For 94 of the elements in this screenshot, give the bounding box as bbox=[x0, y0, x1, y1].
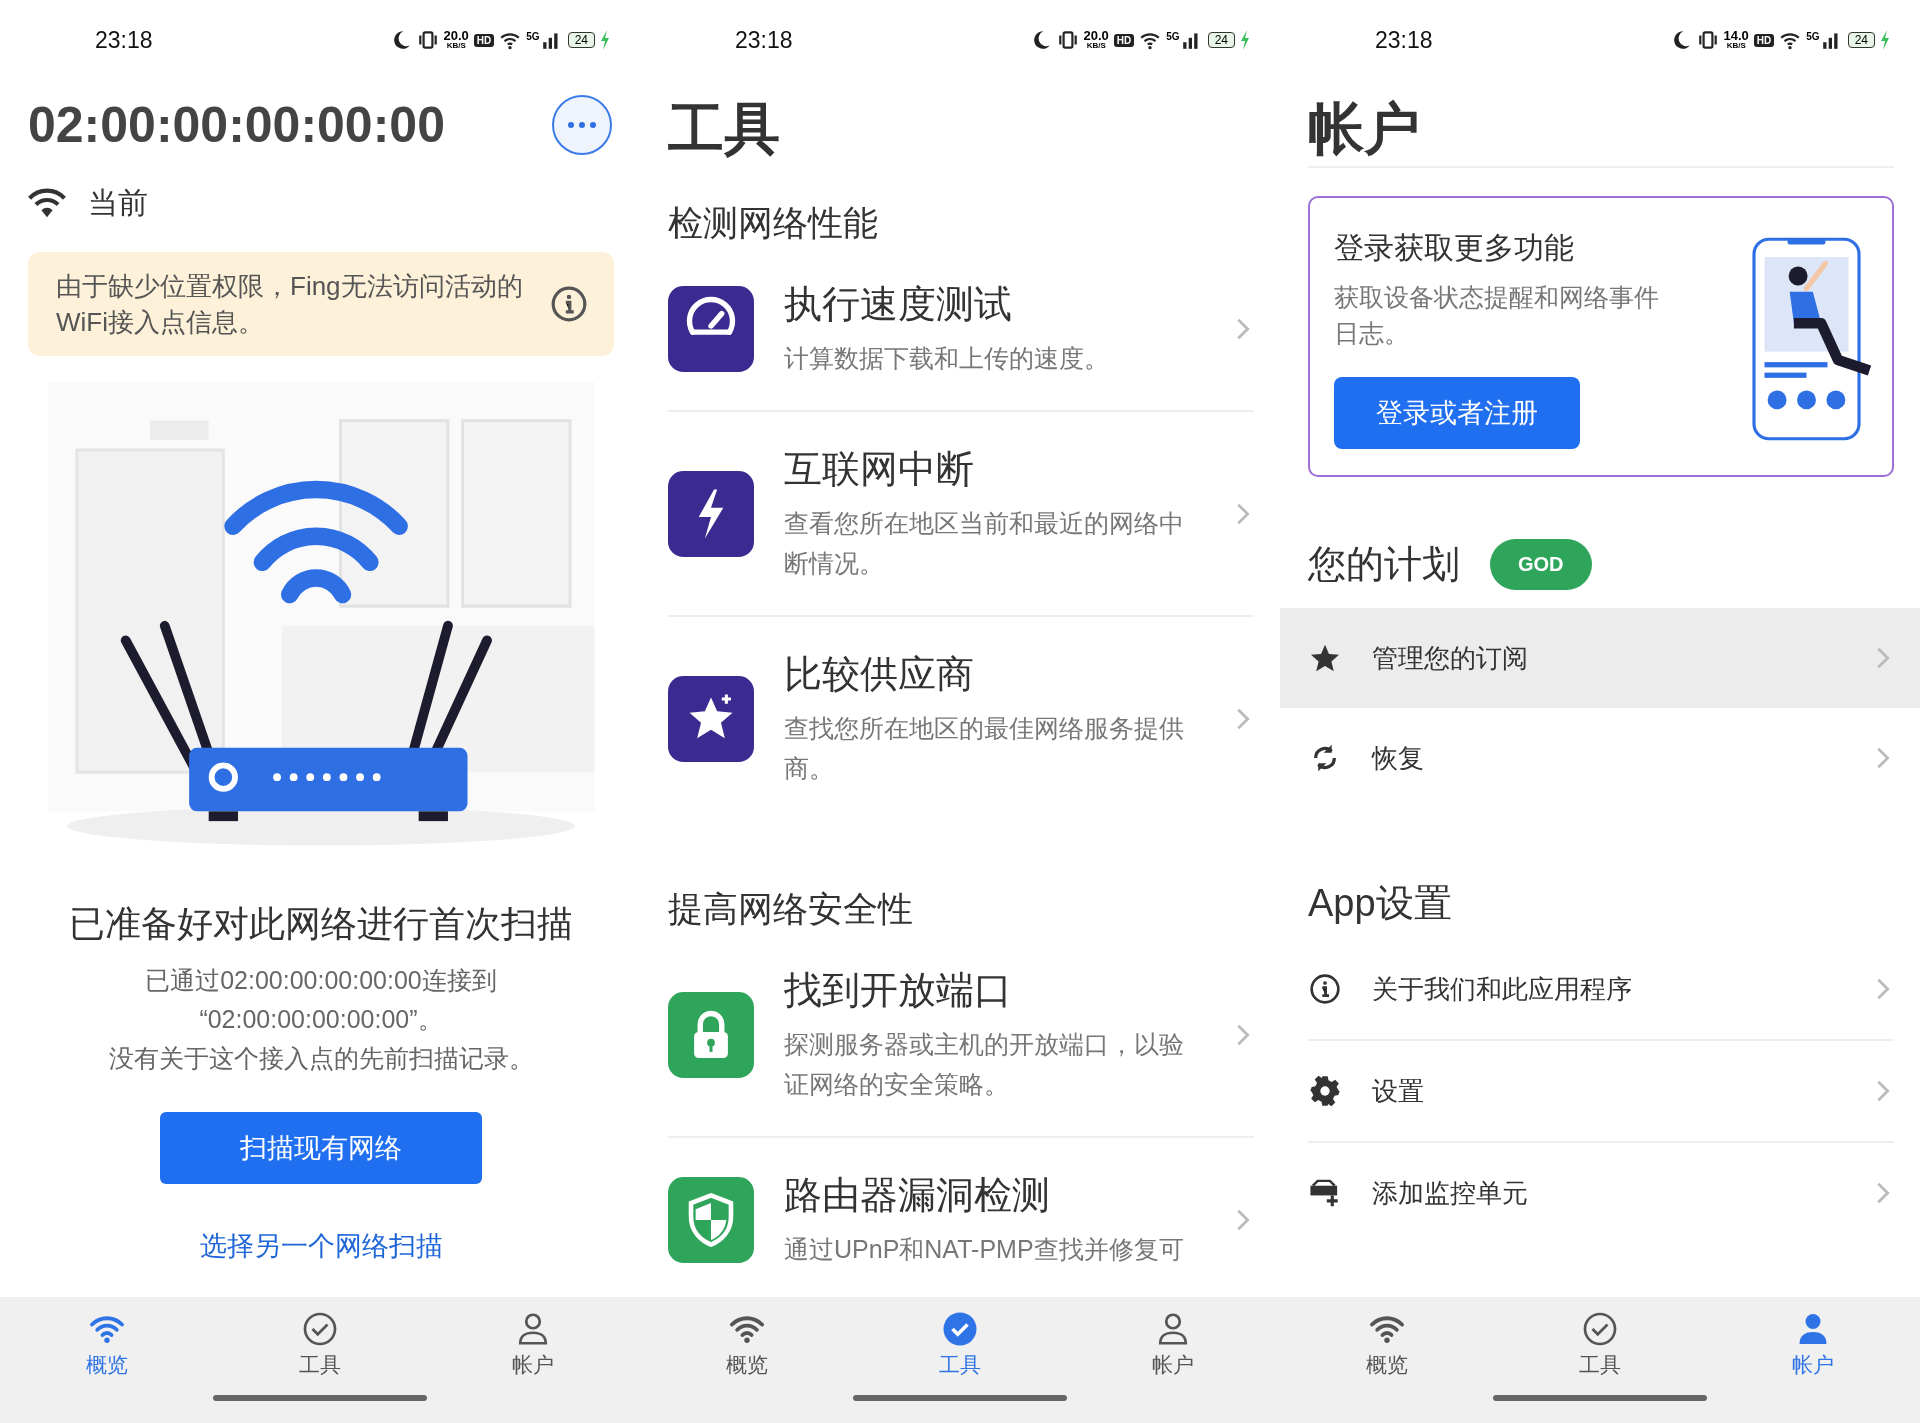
tool-description: 探测服务器或主机的开放端口，以验证网络的安全策略。 bbox=[784, 1029, 1185, 1100]
chevron-right-icon bbox=[1236, 501, 1250, 526]
gear-icon bbox=[1308, 1075, 1342, 1107]
section-title: 提高网络安全性 bbox=[668, 888, 914, 930]
tab-bar-item[interactable]: 帐户 bbox=[426, 1311, 640, 1379]
charging-icon bbox=[600, 30, 610, 50]
tab-bar-item[interactable]: 概览 bbox=[1280, 1311, 1494, 1379]
battery-level: 24 bbox=[1207, 32, 1235, 48]
menu-item[interactable]: 添加监控单元 bbox=[1308, 1143, 1894, 1243]
charging-icon bbox=[1880, 30, 1890, 50]
info-icon bbox=[1308, 973, 1342, 1005]
tool-title: 比较供应商 bbox=[784, 652, 975, 697]
chevron-right-icon bbox=[1876, 1181, 1890, 1205]
tool-item[interactable]: 比较供应商 查找您所在地区的最佳网络服务提供商。 bbox=[668, 617, 1254, 820]
tab-bar-item[interactable]: 帐户 bbox=[1066, 1311, 1280, 1379]
hd-badge: HD bbox=[1113, 33, 1135, 47]
tool-title: 执行速度测试 bbox=[784, 282, 1013, 327]
more-icon bbox=[567, 121, 597, 129]
speed-unit: KB/S bbox=[446, 41, 466, 50]
tab-bar-item[interactable]: 概览 bbox=[0, 1311, 214, 1379]
page-title: 帐户 bbox=[1308, 96, 1421, 162]
tab-bar-item[interactable]: 帐户 bbox=[1706, 1311, 1920, 1379]
chevron-right-icon bbox=[1876, 1079, 1890, 1103]
tool-description: 计算数据下载和上传的速度。 bbox=[784, 343, 1110, 374]
chevron-right-icon bbox=[1876, 977, 1890, 1001]
speed-unit: KB/S bbox=[1086, 41, 1106, 50]
network-type: 5G bbox=[1166, 31, 1180, 42]
tool-item[interactable]: 找到开放端口 探测服务器或主机的开放端口，以验证网络的安全策略。 bbox=[668, 933, 1254, 1138]
tool-item[interactable]: 互联网中断 查看您所在地区当前和最近的网络中断情况。 bbox=[668, 412, 1254, 617]
menu-label: 管理您的订阅 bbox=[1372, 641, 1529, 675]
page-title: 工具 bbox=[668, 96, 781, 162]
speed-unit: KB/S bbox=[1726, 41, 1746, 50]
scan-network-button[interactable]: 扫描现有网络 bbox=[160, 1112, 482, 1184]
battery-level: 24 bbox=[1847, 32, 1875, 48]
battery-level: 24 bbox=[567, 32, 595, 48]
menu-label: 设置 bbox=[1372, 1074, 1425, 1108]
clock-time: 23:18 bbox=[95, 26, 153, 54]
menu-item[interactable]: 管理您的订阅 bbox=[1280, 608, 1920, 708]
chevron-right-icon bbox=[1876, 746, 1890, 770]
more-button[interactable] bbox=[552, 95, 612, 155]
charging-icon bbox=[1240, 30, 1250, 50]
tab-bar-item[interactable]: 工具 bbox=[853, 1311, 1067, 1379]
menu-label: 恢复 bbox=[1372, 741, 1425, 775]
speed-value: 14.0 bbox=[1723, 30, 1749, 41]
tool-title: 找到开放端口 bbox=[784, 968, 1013, 1013]
network-type: 5G bbox=[526, 31, 540, 42]
tab-bar-item[interactable]: 概览 bbox=[640, 1311, 854, 1379]
card-title: 登录获取更多功能 bbox=[1334, 230, 1575, 266]
clock-time: 23:18 bbox=[735, 26, 793, 54]
warning-text: 由于缺少位置权限，Fing无法访问活动的WiFi接入点信息。 bbox=[56, 270, 524, 339]
speed-value: 20.0 bbox=[443, 30, 469, 41]
chevron-right-icon bbox=[1236, 1022, 1250, 1047]
login-button[interactable]: 登录或者注册 bbox=[1334, 377, 1580, 449]
tab-bar-item[interactable]: 工具 bbox=[1493, 1311, 1707, 1379]
hd-badge: HD bbox=[473, 33, 495, 47]
tool-description: 通过UPnP和NAT-PMP查找并修复可 bbox=[784, 1234, 1185, 1265]
tool-description: 查看您所在地区当前和最近的网络中断情况。 bbox=[784, 508, 1185, 579]
settings-title: App设置 bbox=[1308, 881, 1453, 926]
chevron-right-icon bbox=[1236, 706, 1250, 731]
check-circle-icon bbox=[1582, 1311, 1618, 1347]
chevron-right-icon bbox=[1236, 316, 1250, 341]
network-type: 5G bbox=[1806, 31, 1820, 42]
check-circle-icon bbox=[942, 1311, 978, 1347]
vibrate-icon bbox=[1056, 29, 1079, 51]
description-line: “02:00:00:00:00:00”。 bbox=[198, 1004, 444, 1035]
card-description: 获取设备状态提醒和网络事件日志。 bbox=[1334, 282, 1660, 349]
tab-bar-item[interactable]: 工具 bbox=[213, 1311, 427, 1379]
check-circle-icon bbox=[302, 1311, 338, 1347]
tool-title: 路由器漏洞检测 bbox=[784, 1173, 1051, 1218]
network-title: 02:00:00:00:00:00 bbox=[28, 96, 445, 154]
menu-item[interactable]: 关于我们和此应用程序 bbox=[1308, 939, 1894, 1041]
plan-title: 您的计划 bbox=[1308, 542, 1460, 587]
tool-item[interactable]: 执行速度测试 计算数据下载和上传的速度。 bbox=[668, 247, 1254, 412]
tool-title: 互联网中断 bbox=[784, 447, 975, 492]
hd-badge: HD bbox=[1753, 33, 1775, 47]
scan-heading: 已准备好对此网络进行首次扫描 bbox=[68, 902, 574, 946]
clock-time: 23:18 bbox=[1375, 26, 1433, 54]
tool-description: 查找您所在地区的最佳网络服务提供商。 bbox=[784, 713, 1185, 784]
wifi-icon bbox=[28, 187, 66, 219]
section-title: 检测网络性能 bbox=[668, 202, 879, 244]
speed-value: 20.0 bbox=[1083, 30, 1109, 41]
menu-item[interactable]: 设置 bbox=[1308, 1041, 1894, 1143]
chevron-right-icon bbox=[1876, 646, 1890, 670]
info-icon[interactable] bbox=[550, 285, 588, 323]
chevron-right-icon bbox=[1236, 1207, 1250, 1232]
choose-network-link[interactable]: 选择另一个网络扫描 bbox=[199, 1228, 443, 1264]
menu-label: 添加监控单元 bbox=[1372, 1176, 1529, 1210]
current-label: 当前 bbox=[88, 184, 148, 221]
vibrate-icon bbox=[1696, 29, 1719, 51]
menu-label: 关于我们和此应用程序 bbox=[1372, 972, 1633, 1006]
description-line: 没有关于这个接入点的先前扫描记录。 bbox=[107, 1043, 535, 1074]
description-line: 已通过02:00:00:00:00:00连接到 bbox=[144, 965, 498, 996]
plan-badge: GOD bbox=[1490, 539, 1592, 590]
vibrate-icon bbox=[416, 29, 439, 51]
